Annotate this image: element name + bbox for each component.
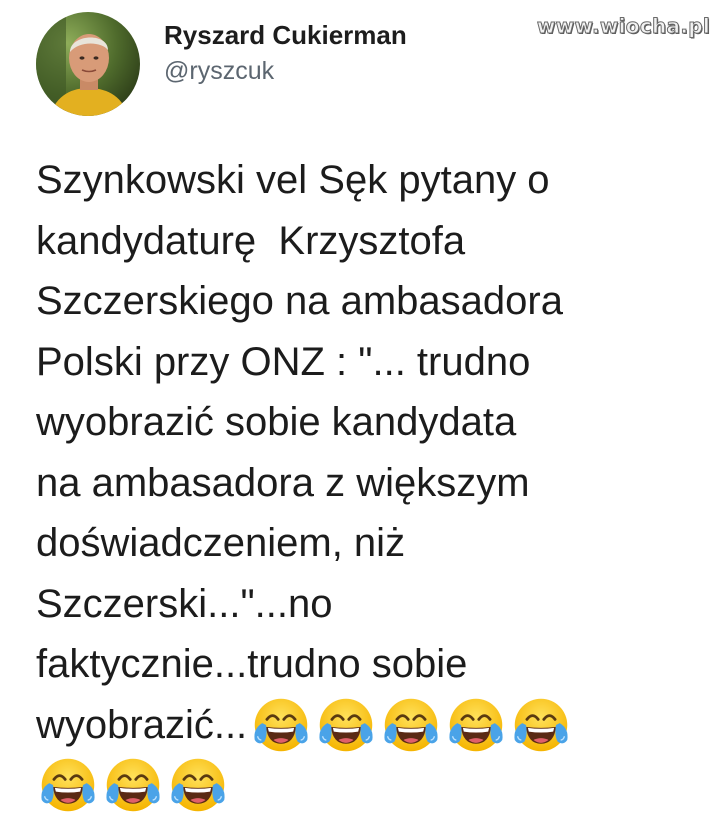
emoji-row bbox=[36, 755, 706, 816]
tweet-line-text: Polski przy ONZ : "... trudno bbox=[36, 339, 531, 384]
tweet-header: Ryszard Cukierman @ryszcuk bbox=[36, 12, 407, 116]
avatar-photo bbox=[36, 12, 140, 116]
tweet-line: kandydaturę Krzysztofa bbox=[36, 211, 706, 272]
tweet-line: faktycznie...trudno sobie bbox=[36, 634, 706, 695]
author-handle[interactable]: @ryszcuk bbox=[164, 54, 407, 88]
face-with-tears-of-joy-icon bbox=[254, 698, 308, 751]
tweet-line-text: na ambasadora z większym bbox=[36, 460, 530, 505]
tweet-line: Szynkowski vel Sęk pytany o bbox=[36, 150, 706, 211]
face-with-tears-of-joy-icon bbox=[106, 759, 160, 812]
tweet-line: Szczerskiego na ambasadora bbox=[36, 271, 706, 332]
face-with-tears-of-joy-icon bbox=[449, 698, 503, 751]
face-with-tears-of-joy-icon bbox=[514, 698, 568, 751]
avatar[interactable] bbox=[36, 12, 140, 116]
face-with-tears-of-joy-icon bbox=[171, 759, 225, 812]
tweet-line-text: Szczerskiego na ambasadora bbox=[36, 279, 563, 323]
tweet-line-text: doświadczeniem, niż bbox=[36, 521, 406, 565]
tweet-line: na ambasadora z większym bbox=[36, 453, 706, 514]
tweet-line-text: Szczerski..."...no bbox=[36, 581, 333, 626]
tweet-line: doświadczeniem, niż bbox=[36, 513, 706, 574]
tweet-line-text: kandydaturę Krzysztofa bbox=[36, 218, 466, 263]
face-with-tears-of-joy-icon bbox=[41, 759, 95, 812]
tweet-line-text: wyobrazić sobie kandydata bbox=[36, 400, 517, 444]
tweet-line: wyobrazić sobie kandydata bbox=[36, 392, 706, 453]
tweet-line: wyobrazić... bbox=[36, 695, 706, 756]
tweet-line: Szczerski..."...no bbox=[36, 574, 706, 635]
tweet-text: Szynkowski vel Sęk pytany o kandydaturę … bbox=[36, 150, 706, 816]
tweet-line-text: wyobrazić... bbox=[36, 702, 248, 747]
tweet-line-text: Szynkowski vel Sęk pytany o bbox=[36, 158, 550, 202]
author-name[interactable]: Ryszard Cukierman bbox=[164, 18, 407, 52]
watermark: www.wiocha.pl bbox=[536, 14, 710, 39]
tweet-line-text: faktycznie...trudno sobie bbox=[36, 642, 468, 686]
face-with-tears-of-joy-icon bbox=[384, 698, 438, 751]
face-with-tears-of-joy-icon bbox=[319, 698, 373, 751]
tweet-line: Polski przy ONZ : "... trudno bbox=[36, 332, 706, 393]
